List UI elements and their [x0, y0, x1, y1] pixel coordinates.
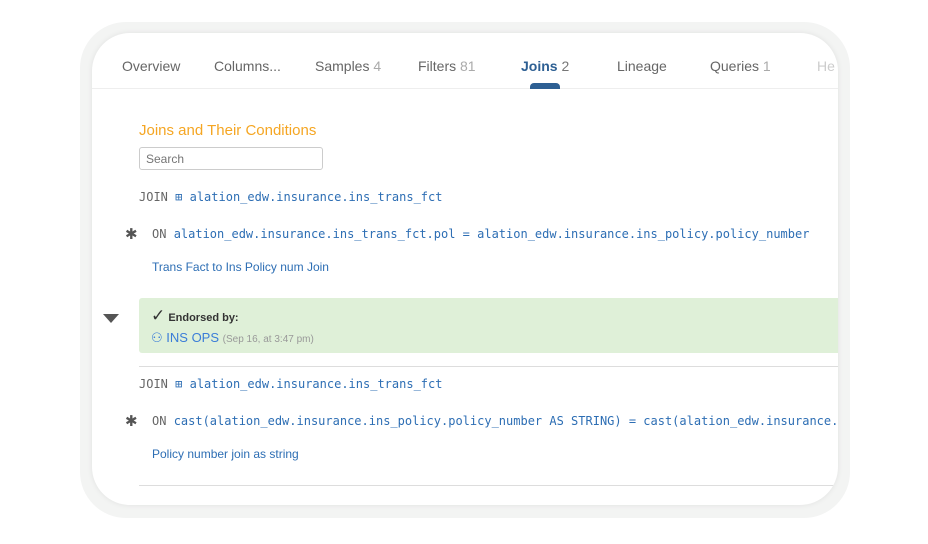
tab-label: Columns... — [214, 58, 281, 74]
join-row: JOIN ⊞ alation_edw.insurance.ins_trans_f… — [139, 377, 442, 391]
table-icon: ⊞ — [175, 190, 183, 204]
condition-link[interactable]: alation_edw.insurance.ins_trans_fct.pol … — [174, 227, 810, 241]
join-description[interactable]: Trans Fact to Ins Policy num Join — [152, 260, 329, 274]
joins-panel: Overview Columns... Samples 4 Filters 81… — [92, 33, 838, 505]
tab-label: Overview — [122, 58, 181, 74]
tab-label: Filters — [418, 58, 457, 74]
tab-label: He — [817, 58, 835, 74]
tab-more[interactable]: He — [817, 58, 835, 74]
tab-samples[interactable]: Samples 4 — [315, 58, 381, 74]
endorsement-box: ✓ Endorsed by: ⚇ INS OPS (Sep 16, at 3:4… — [139, 298, 838, 353]
tab-label: Queries — [710, 58, 760, 74]
endorser-link[interactable]: INS OPS — [166, 330, 219, 345]
on-keyword: ON — [152, 227, 167, 241]
tab-label: Lineage — [617, 58, 667, 74]
divider — [139, 485, 838, 486]
join-keyword: JOIN — [139, 190, 168, 204]
table-link[interactable]: alation_edw.insurance.ins_trans_fct — [190, 377, 443, 391]
tab-count: 4 — [373, 58, 382, 74]
tab-count: 1 — [762, 58, 771, 74]
tab-label: Joins — [521, 58, 558, 74]
endorsed-label: Endorsed by: — [168, 312, 239, 324]
table-icon: ⊞ — [175, 377, 183, 391]
tab-overview[interactable]: Overview — [122, 58, 180, 74]
asterisk-icon: ✱ — [125, 226, 138, 243]
tab-columns[interactable]: Columns... — [214, 58, 281, 74]
join-keyword: JOIN — [139, 377, 168, 391]
tab-joins[interactable]: Joins 2 — [521, 58, 569, 74]
table-link[interactable]: alation_edw.insurance.ins_trans_fct — [190, 190, 443, 204]
user-icon: ⚇ — [151, 330, 163, 345]
tab-lineage[interactable]: Lineage — [617, 58, 667, 74]
endorsement-time: (Sep 16, at 3:47 pm) — [222, 334, 314, 345]
divider — [139, 366, 838, 367]
tab-count: 2 — [561, 58, 570, 74]
on-keyword: ON — [152, 414, 167, 428]
condition-link[interactable]: cast(alation_edw.insurance.ins_policy.po… — [174, 414, 838, 428]
section-title: Joins and Their Conditions — [139, 122, 317, 139]
check-icon: ✓ — [151, 306, 166, 325]
tab-count: 81 — [460, 58, 476, 74]
tab-bar: Overview Columns... Samples 4 Filters 81… — [92, 33, 838, 89]
active-tab-indicator — [530, 83, 560, 89]
collapse-triangle-icon[interactable] — [103, 314, 119, 323]
search-input[interactable] — [139, 147, 323, 170]
condition-row: ON cast(alation_edw.insurance.ins_policy… — [152, 414, 838, 428]
join-row: JOIN ⊞ alation_edw.insurance.ins_trans_f… — [139, 190, 442, 204]
asterisk-icon: ✱ — [125, 413, 138, 430]
join-description[interactable]: Policy number join as string — [152, 447, 299, 461]
tab-filters[interactable]: Filters 81 — [418, 58, 476, 74]
tab-queries[interactable]: Queries 1 — [710, 58, 771, 74]
condition-row: ON alation_edw.insurance.ins_trans_fct.p… — [152, 227, 809, 241]
tab-label: Samples — [315, 58, 370, 74]
